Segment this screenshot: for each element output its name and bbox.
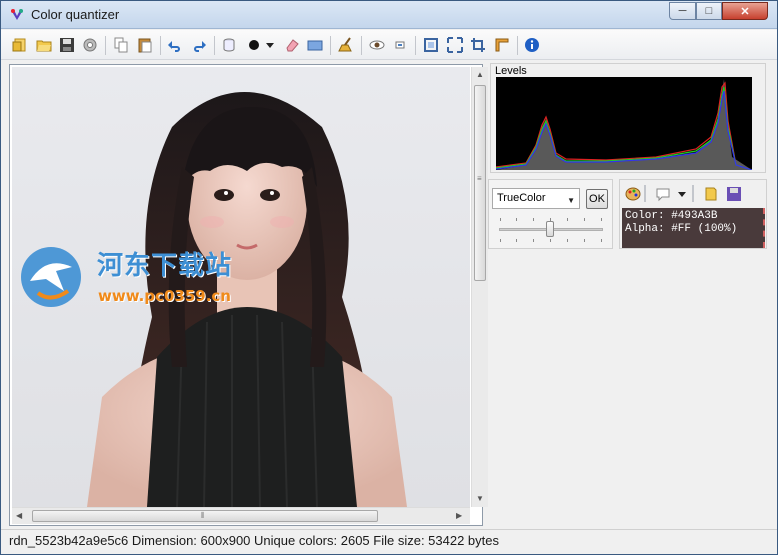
toolbar-separator	[330, 36, 331, 55]
dropdown-icon[interactable]	[265, 36, 275, 54]
app-logo-icon	[11, 9, 23, 20]
slider-tick	[584, 239, 585, 242]
slider-tick	[567, 239, 568, 242]
settings-gear-icon[interactable]	[81, 36, 99, 54]
levels-histogram	[496, 77, 752, 170]
toolbar-separator	[415, 36, 416, 55]
color-readout: Color: #493A3B Alpha: #FF (100%)	[622, 208, 765, 248]
alpha-value: Alpha: #FF (100%)	[625, 223, 738, 235]
toolbar-separator	[517, 36, 518, 55]
dropdown-icon[interactable]	[677, 185, 687, 202]
small-rect-icon[interactable]	[391, 36, 409, 54]
cylinder-icon[interactable]	[220, 36, 238, 54]
paste-icon[interactable]	[136, 36, 154, 54]
broom-icon[interactable]	[337, 36, 355, 54]
color-value: Color: #493A3B	[625, 210, 718, 222]
slider-tick	[567, 218, 568, 221]
color-picker-panel: Color: #493A3B Alpha: #FF (100%)	[619, 179, 767, 249]
save-icon[interactable]	[58, 36, 76, 54]
slider-tick	[601, 239, 602, 242]
scroll-down-icon[interactable]: ▼	[476, 494, 484, 503]
horizontal-scrollbar[interactable]: ◀ ⦀ ▶	[12, 507, 470, 524]
speech-bubble-icon[interactable]	[654, 185, 671, 202]
info-icon[interactable]	[523, 36, 541, 54]
color-mode-value: TrueColor	[497, 192, 546, 204]
watermark-logo	[21, 247, 81, 307]
status-bar: rdn_5523b42a9e5c6 Dimension: 600x900 Uni…	[1, 529, 777, 554]
maximize-button[interactable]: □	[696, 2, 722, 20]
eraser-icon[interactable]	[283, 36, 301, 54]
quantizer-panel: TrueColor ▼ OK	[488, 179, 613, 249]
redo-icon[interactable]	[190, 36, 208, 54]
slider-tick	[516, 239, 517, 242]
toolbar	[1, 30, 777, 60]
eye-icon[interactable]	[368, 36, 386, 54]
scroll-right-icon[interactable]: ▶	[456, 511, 462, 520]
palette-icon[interactable]	[624, 185, 641, 202]
color-mode-select[interactable]: TrueColor ▼	[492, 188, 580, 209]
tools-separator	[692, 185, 694, 202]
copy-icon[interactable]	[112, 36, 130, 54]
rectangle-icon[interactable]	[306, 36, 324, 54]
slider-tick	[533, 239, 534, 242]
toolbar-separator	[214, 36, 215, 55]
toolbar-separator	[160, 36, 161, 55]
watermark-url: www.pc0359.cn	[98, 287, 231, 305]
levels-label: Levels	[495, 65, 527, 77]
slider-tick	[500, 239, 501, 242]
toolbar-separator	[361, 36, 362, 55]
slider-tick	[584, 218, 585, 221]
toolbar-separator	[105, 36, 106, 55]
open-file-icon[interactable]	[11, 36, 29, 54]
title-bar[interactable]: Color quantizer ─ □ ✕	[1, 1, 777, 29]
image-viewer[interactable]: 河东下载站 www.pc0359.cn ▲ ≡ ▼ ◀ ⦀ ▶	[9, 64, 488, 526]
vertical-scroll-thumb[interactable]: ≡	[474, 85, 486, 281]
close-button[interactable]: ✕	[722, 2, 768, 20]
scroll-up-icon[interactable]: ▲	[476, 70, 484, 79]
chevron-down-icon: ▼	[567, 196, 575, 205]
levels-panel: Levels	[490, 63, 766, 173]
save-palette-icon[interactable]	[725, 185, 742, 202]
grip-icon: ⦀	[201, 511, 205, 520]
status-text: rdn_5523b42a9e5c6 Dimension: 600x900 Uni…	[9, 533, 499, 548]
slider-tick	[550, 239, 551, 242]
slider-tick	[516, 218, 517, 221]
tools-separator	[644, 185, 646, 202]
actual-size-icon[interactable]	[446, 36, 464, 54]
fit-window-icon[interactable]	[422, 36, 440, 54]
window-title: Color quantizer	[31, 7, 120, 22]
color-tools	[622, 183, 762, 205]
horizontal-scroll-thumb[interactable]: ⦀	[32, 510, 378, 522]
brush-color-icon[interactable]	[245, 36, 263, 54]
undo-icon[interactable]	[166, 36, 184, 54]
vertical-scrollbar[interactable]: ▲ ≡ ▼	[471, 67, 488, 507]
ruler-icon[interactable]	[493, 36, 511, 54]
open-palette-icon[interactable]	[702, 185, 719, 202]
watermark-title: 河东下载站	[97, 251, 233, 281]
scroll-left-icon[interactable]: ◀	[16, 511, 22, 520]
slider-tick	[601, 218, 602, 221]
open-folder-icon[interactable]	[35, 36, 53, 54]
ok-button[interactable]: OK	[586, 189, 608, 209]
slider-tick	[533, 218, 534, 221]
minimize-button[interactable]: ─	[669, 2, 696, 20]
grip-icon: ≡	[477, 174, 482, 183]
slider-tick	[500, 218, 501, 221]
quantize-slider-thumb[interactable]	[546, 221, 554, 237]
app-window: Color quantizer ─ □ ✕ 河东下载站 www.pc0359.c…	[0, 0, 778, 555]
crop-icon[interactable]	[469, 36, 487, 54]
